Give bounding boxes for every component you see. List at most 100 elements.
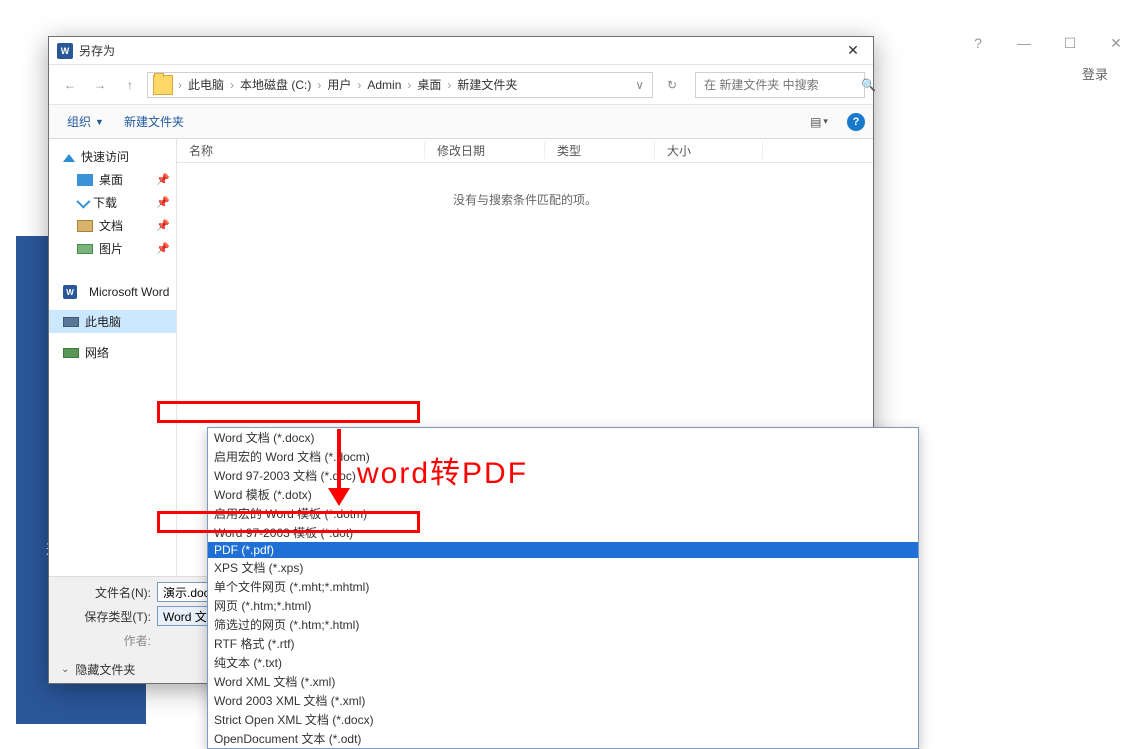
- minimize-button[interactable]: —: [1006, 32, 1042, 54]
- filetype-option[interactable]: XPS 文档 (*.xps): [208, 558, 918, 577]
- filetype-option[interactable]: 纯文本 (*.txt): [208, 653, 918, 672]
- folder-icon: [153, 75, 173, 95]
- word-backstage: ? — ☐ ✕ 登录 选项 W 另存为 ✕ ← → ↑ › 此电脑 › 本地磁盘…: [0, 0, 1142, 724]
- pictures-icon: [77, 244, 93, 254]
- tree-label: Microsoft Word: [89, 285, 169, 299]
- desktop-icon: [77, 174, 93, 186]
- save-as-dialog: W 另存为 ✕ ← → ↑ › 此电脑 › 本地磁盘 (C:) › 用户 › A…: [48, 36, 874, 684]
- chevron-down-icon: ▼: [95, 117, 104, 127]
- tree-label: 快速访问: [81, 148, 129, 165]
- pin-icon: 📌: [156, 173, 170, 186]
- filetype-option[interactable]: Word 97-2003 模板 (*.dot): [208, 523, 918, 542]
- window-controls: ? — ☐ ✕: [960, 32, 1134, 54]
- back-button[interactable]: ←: [57, 72, 83, 98]
- chevron-right-icon: ›: [228, 73, 236, 97]
- filetype-dropdown[interactable]: Word 文档 (*.docx)启用宏的 Word 文档 (*.docm)Wor…: [207, 427, 919, 749]
- tree-label: 桌面: [99, 171, 123, 188]
- filetype-option[interactable]: Word 模板 (*.dotx): [208, 485, 918, 504]
- filetype-option[interactable]: Strict Open XML 文档 (*.docx): [208, 710, 918, 729]
- tree-documents[interactable]: 文档 📌: [49, 214, 176, 237]
- search-box[interactable]: 🔍: [695, 72, 865, 98]
- crumb-drive[interactable]: 本地磁盘 (C:): [236, 73, 315, 97]
- tree-quick-access[interactable]: 快速访问: [49, 145, 176, 168]
- pin-icon: 📌: [156, 242, 170, 255]
- col-date[interactable]: 修改日期: [425, 142, 545, 159]
- dialog-close-button[interactable]: ✕: [837, 40, 869, 62]
- up-button[interactable]: ↑: [117, 72, 143, 98]
- search-icon: 🔍: [861, 78, 876, 92]
- filetype-option[interactable]: OpenDocument 文本 (*.odt): [208, 729, 918, 748]
- tree-msword[interactable]: W Microsoft Word: [49, 282, 176, 302]
- help-icon[interactable]: ?: [847, 113, 865, 131]
- pc-icon: [63, 317, 79, 327]
- forward-button[interactable]: →: [87, 72, 113, 98]
- hide-folders-toggle[interactable]: ⌄ 隐藏文件夹: [61, 661, 135, 678]
- filetype-option[interactable]: 启用宏的 Word 模板 (*.dotm): [208, 504, 918, 523]
- crumb-users[interactable]: 用户: [323, 73, 355, 97]
- tree-pictures[interactable]: 图片 📌: [49, 237, 176, 260]
- crumb-desktop[interactable]: 桌面: [413, 73, 445, 97]
- filetype-option[interactable]: Word XML 文档 (*.xml): [208, 672, 918, 691]
- tree-label: 网络: [85, 344, 109, 361]
- filetype-option[interactable]: Word 97-2003 文档 (*.doc): [208, 466, 918, 485]
- organize-button[interactable]: 组织 ▼: [57, 109, 114, 134]
- breadcrumb[interactable]: › 此电脑 › 本地磁盘 (C:) › 用户 › Admin › 桌面 › 新建…: [147, 72, 653, 98]
- chevron-right-icon: ›: [315, 73, 323, 97]
- filetype-label: 保存类型(T):: [53, 608, 157, 625]
- filetype-option[interactable]: 筛选过的网页 (*.htm;*.html): [208, 615, 918, 634]
- filetype-option[interactable]: PDF (*.pdf): [208, 542, 918, 558]
- new-folder-button[interactable]: 新建文件夹: [114, 109, 194, 134]
- chevron-down-icon[interactable]: ∨: [629, 78, 650, 92]
- col-type[interactable]: 类型: [545, 142, 655, 159]
- col-name[interactable]: 名称: [177, 142, 425, 159]
- file-list-header: 名称 修改日期 类型 大小: [177, 139, 873, 163]
- chevron-right-icon: ›: [355, 73, 363, 97]
- refresh-button[interactable]: ↻: [659, 72, 685, 98]
- author-label: 作者:: [53, 632, 157, 649]
- new-folder-label: 新建文件夹: [124, 113, 184, 130]
- star-icon: [63, 148, 75, 162]
- chevron-down-icon: ⌄: [61, 664, 69, 675]
- search-input[interactable]: [702, 77, 861, 93]
- word-app-icon: W: [57, 43, 73, 59]
- crumb-admin[interactable]: Admin: [363, 73, 405, 97]
- tree-downloads[interactable]: 下载 📌: [49, 191, 176, 214]
- tree-network[interactable]: 网络: [49, 341, 176, 364]
- filetype-option[interactable]: Word 文档 (*.docx): [208, 428, 918, 447]
- login-link[interactable]: 登录: [1082, 64, 1108, 83]
- pin-icon: 📌: [156, 219, 170, 232]
- filetype-option[interactable]: 启用宏的 Word 文档 (*.docm): [208, 447, 918, 466]
- folder-tree[interactable]: 快速访问 桌面 📌 下载 📌 文档 📌: [49, 139, 177, 576]
- word-app-icon: W: [63, 285, 77, 299]
- view-mode-button[interactable]: ▤▾: [799, 111, 839, 133]
- chevron-right-icon: ›: [445, 73, 453, 97]
- filetype-option[interactable]: Word 2003 XML 文档 (*.xml): [208, 691, 918, 710]
- organize-label: 组织: [67, 113, 91, 130]
- tree-label: 文档: [99, 217, 123, 234]
- filetype-option[interactable]: RTF 格式 (*.rtf): [208, 634, 918, 653]
- annotation-text: word转PDF: [357, 448, 528, 492]
- nav-row: ← → ↑ › 此电脑 › 本地磁盘 (C:) › 用户 › Admin › 桌…: [49, 65, 873, 105]
- downloads-icon: [76, 194, 90, 208]
- tree-label: 下载: [93, 194, 117, 211]
- filetype-option[interactable]: 网页 (*.htm;*.html): [208, 596, 918, 615]
- help-button[interactable]: ?: [960, 32, 996, 54]
- maximize-button[interactable]: ☐: [1052, 32, 1088, 54]
- tree-this-pc[interactable]: 此电脑: [49, 310, 176, 333]
- close-button[interactable]: ✕: [1098, 32, 1134, 54]
- dialog-title: 另存为: [79, 42, 837, 59]
- toolbar: 组织 ▼ 新建文件夹 ▤▾ ?: [49, 105, 873, 139]
- documents-icon: [77, 220, 93, 232]
- pin-icon: 📌: [156, 196, 170, 209]
- network-icon: [63, 348, 79, 358]
- crumb-this-pc[interactable]: 此电脑: [184, 73, 228, 97]
- tree-desktop[interactable]: 桌面 📌: [49, 168, 176, 191]
- tree-label: 图片: [99, 240, 123, 257]
- hide-folders-label: 隐藏文件夹: [75, 661, 135, 678]
- chevron-right-icon: ›: [405, 73, 413, 97]
- chevron-right-icon: ›: [176, 73, 184, 97]
- annotation-arrow-head: [328, 488, 350, 506]
- filetype-option[interactable]: 单个文件网页 (*.mht;*.mhtml): [208, 577, 918, 596]
- crumb-folder[interactable]: 新建文件夹: [453, 73, 521, 97]
- col-size[interactable]: 大小: [655, 142, 763, 159]
